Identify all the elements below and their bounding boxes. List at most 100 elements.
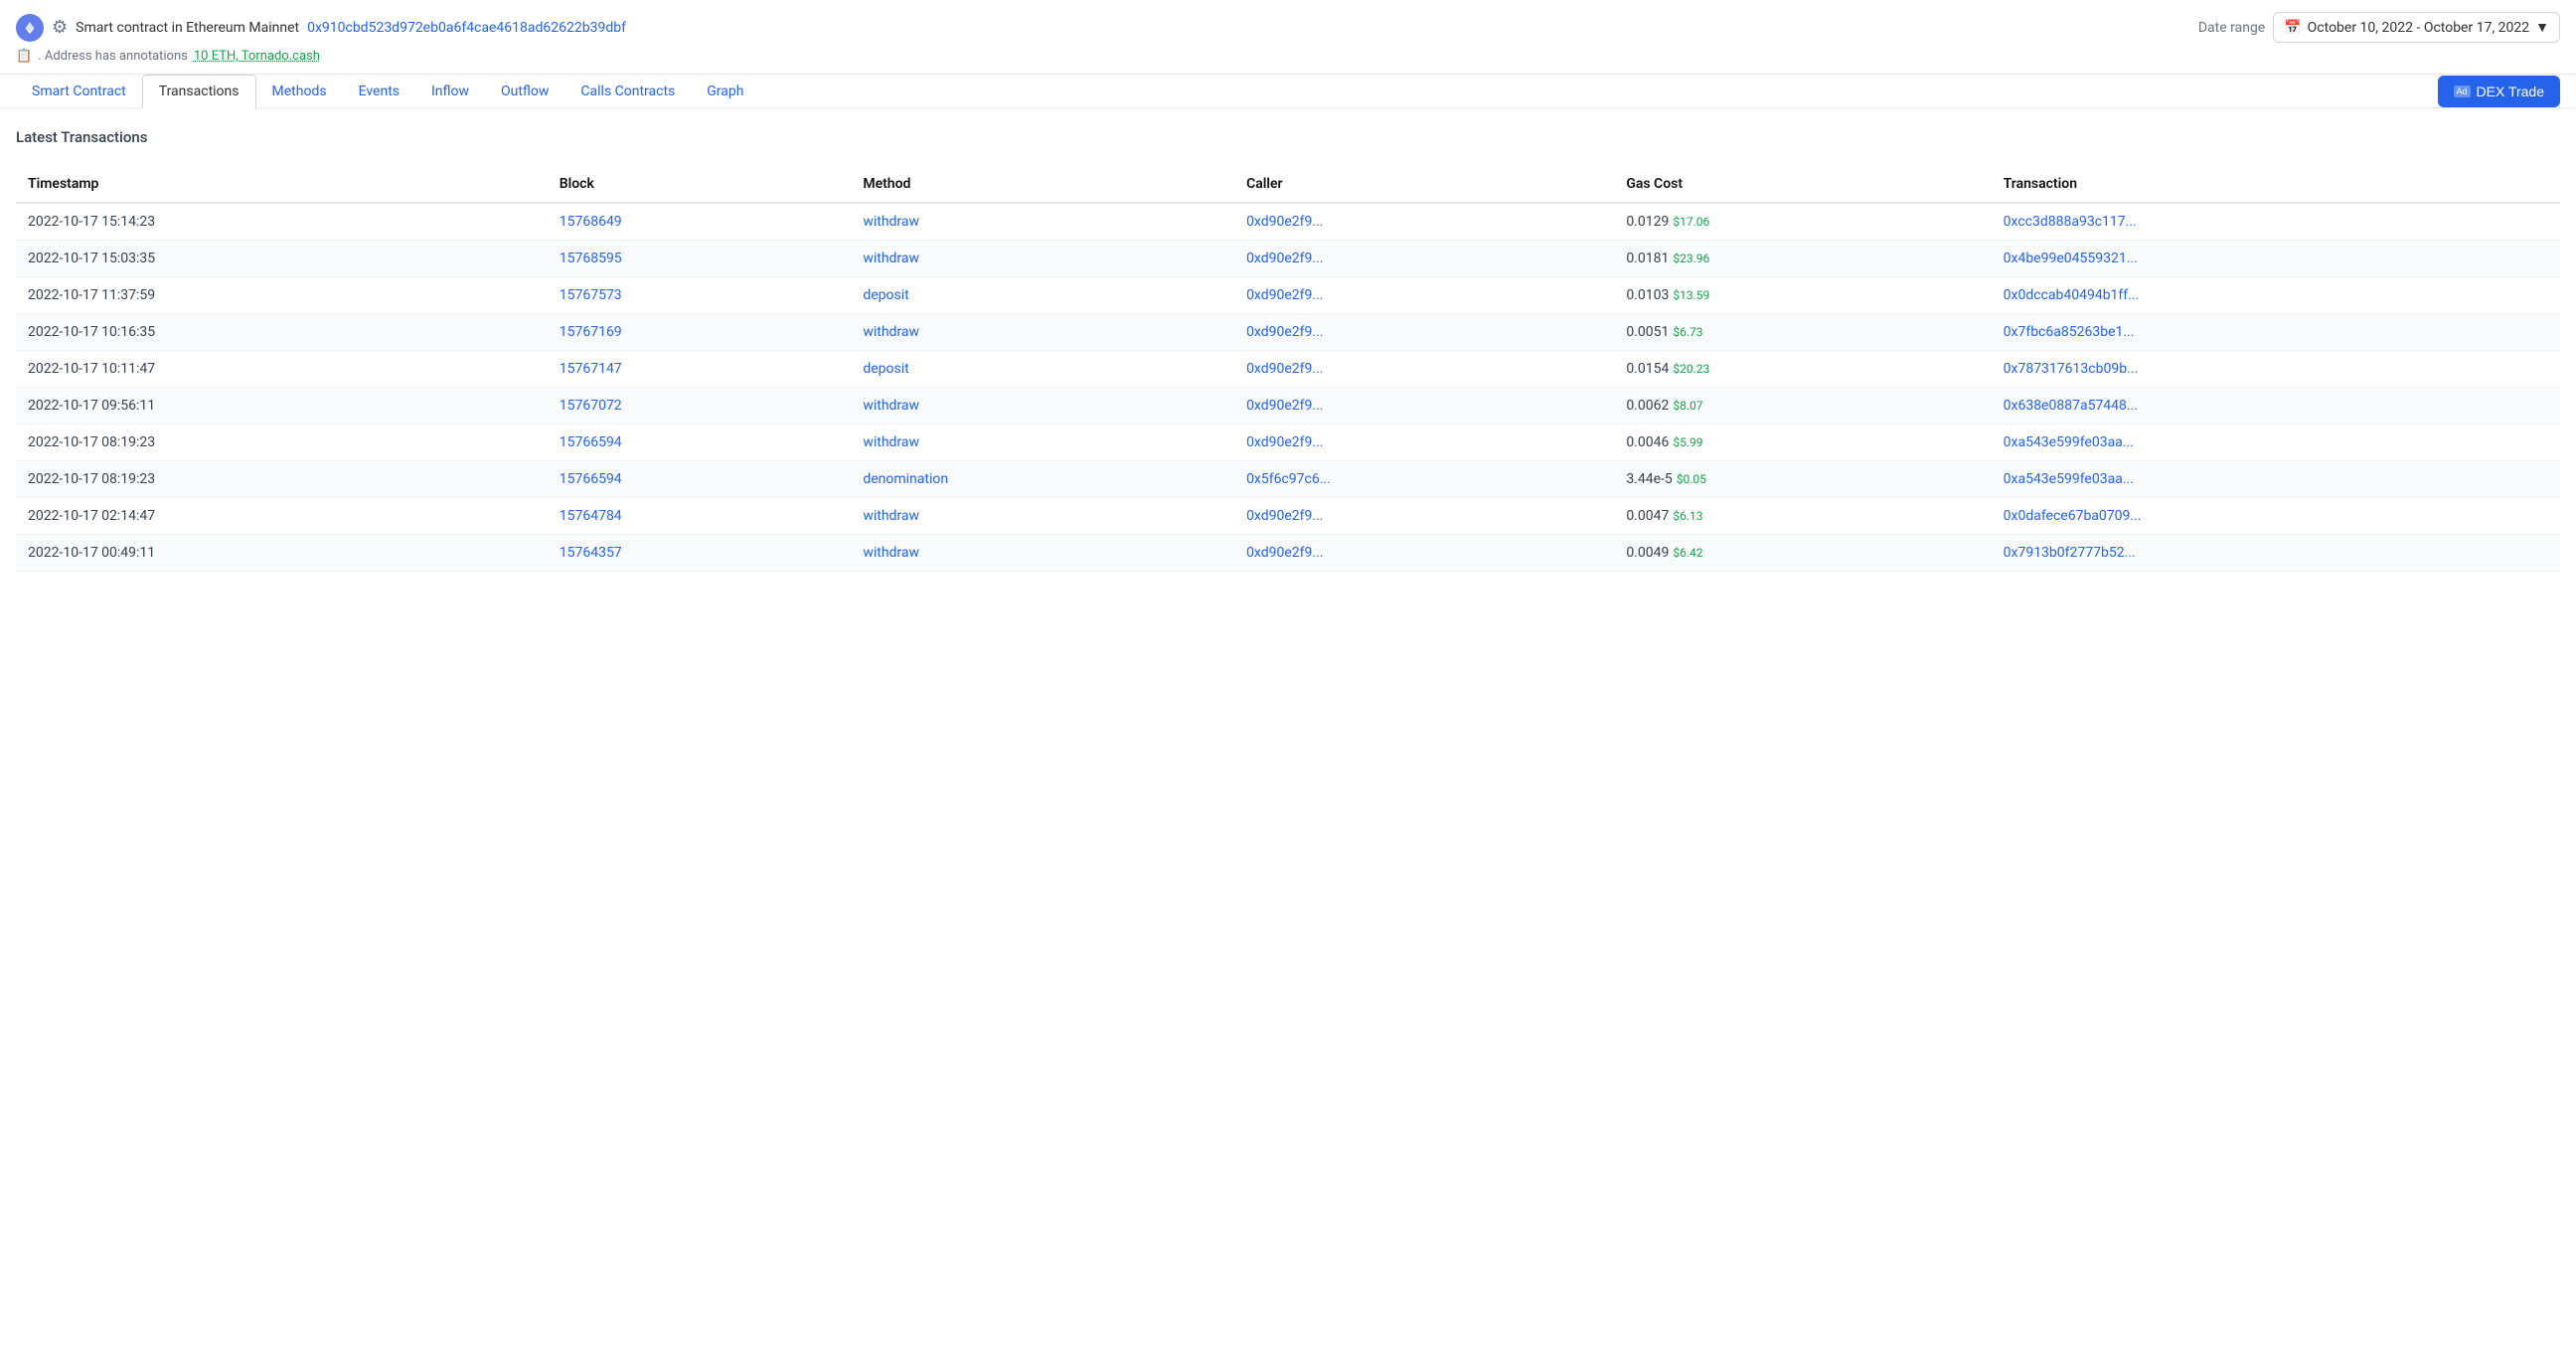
cell-timestamp: 2022-10-17 10:16:35 <box>16 314 548 351</box>
date-range-selector[interactable]: 📅 October 10, 2022 - October 17, 2022 ▼ <box>2273 12 2560 43</box>
gear-icon: ⚙ <box>52 17 68 38</box>
transaction-link[interactable]: 0x0dafece67ba0709... <box>2004 508 2142 524</box>
caller-link[interactable]: 0xd90e2f9... <box>1246 398 1323 414</box>
cell-method: withdraw <box>851 388 1234 425</box>
tab-outflow[interactable]: Outflow <box>485 76 564 107</box>
block-link[interactable]: 15767169 <box>560 324 622 340</box>
method-link[interactable]: deposit <box>863 287 908 303</box>
cell-transaction: 0xcc3d888a93c117... <box>1992 203 2560 241</box>
method-link[interactable]: withdraw <box>863 545 919 561</box>
block-link[interactable]: 15766594 <box>560 434 622 450</box>
contract-address-link[interactable]: 0x910cbd523d972eb0a6f4cae4618ad62622b39d… <box>307 20 626 36</box>
method-link[interactable]: withdraw <box>863 398 919 414</box>
table-row: 2022-10-17 10:11:4715767147deposit0xd90e… <box>16 351 2560 388</box>
method-link[interactable]: withdraw <box>863 434 919 450</box>
cell-gas-cost: 0.0051 $6.73 <box>1614 314 1991 351</box>
tab-transactions[interactable]: Transactions <box>142 75 256 108</box>
tab-calls-contracts[interactable]: Calls Contracts <box>564 76 691 107</box>
method-link[interactable]: deposit <box>863 361 908 377</box>
gas-cost-value: 0.0049 <box>1626 545 1669 561</box>
cell-block: 15768595 <box>548 241 852 277</box>
col-gas-cost: Gas Cost <box>1614 166 1991 203</box>
table-body: 2022-10-17 15:14:23 15768649 withdraw 0xd90… <box>16 203 2560 572</box>
dex-trade-button[interactable]: Ad DEX Trade <box>2438 76 2561 107</box>
cell-gas-cost: 0.0047$6.13 <box>1614 498 1991 535</box>
gas-cost-usd: $6.42 <box>1673 546 1702 560</box>
cell-block: 15767072 <box>548 388 852 425</box>
gas-cost-value: 0.0129 <box>1626 214 1669 230</box>
block-link[interactable]: 15768595 <box>560 251 622 266</box>
method-link[interactable]: denomination <box>863 471 948 487</box>
caller-link[interactable]: 0xd90e2f9... <box>1246 287 1323 303</box>
cell-method: withdraw <box>851 498 1234 535</box>
cell-transaction: 0xa543e599fe03aa... <box>1992 425 2560 461</box>
transaction-link[interactable]: 0x0dccab40494b1ff... <box>2004 287 2140 303</box>
tab-methods[interactable]: Methods <box>256 76 343 107</box>
cell-gas-cost: 0.0049 $6.42 <box>1614 535 1991 572</box>
block-link[interactable]: 15768649 <box>560 214 622 230</box>
cell-method: withdraw <box>851 314 1234 351</box>
transaction-link[interactable]: 0x787317613cb09b... <box>2004 361 2139 377</box>
tab-events[interactable]: Events <box>343 76 415 107</box>
cell-timestamp: 2022-10-17 15:03:35 <box>16 241 548 277</box>
caller-link[interactable]: 0xd90e2f9... <box>1246 545 1323 561</box>
caller-link[interactable]: 0xd90e2f9... <box>1246 214 1323 230</box>
table-row: 2022-10-17 00:49:1115764357withdraw0xd90… <box>16 535 2560 572</box>
block-link[interactable]: 15767147 <box>560 361 622 377</box>
date-range-value: October 10, 2022 - October 17, 2022 <box>2308 20 2529 36</box>
table-row: 2022-10-17 08:19:2315766594denomination0… <box>16 461 2560 498</box>
cell-caller: 0xd90e2f9... <box>1234 425 1614 461</box>
cell-timestamp: 2022-10-17 11:37:59 <box>16 277 548 314</box>
transaction-link[interactable]: 0x638e0887a57448... <box>2004 398 2138 414</box>
annotations-link[interactable]: 10 ETH, Tornado.cash <box>194 49 320 64</box>
tab-graph[interactable]: Graph <box>691 76 759 107</box>
transaction-link[interactable]: 0xcc3d888a93c117... <box>2004 214 2137 230</box>
method-link[interactable]: withdraw <box>863 251 919 266</box>
cell-block: 15767573 <box>548 277 852 314</box>
caller-link[interactable]: 0xd90e2f9... <box>1246 508 1323 524</box>
caller-link[interactable]: 0xd90e2f9... <box>1246 324 1323 340</box>
cell-block: 15764784 <box>548 498 852 535</box>
transaction-link[interactable]: 0xa543e599fe03aa... <box>2004 434 2134 450</box>
col-transaction: Transaction <box>1992 166 2560 203</box>
caller-link[interactable]: 0xd90e2f9... <box>1246 434 1323 450</box>
gas-cost-value: 0.0062 <box>1626 398 1669 414</box>
block-link[interactable]: 15766594 <box>560 471 622 487</box>
cell-block: 15764357 <box>548 535 852 572</box>
calendar-icon: 📅 <box>2284 20 2301 36</box>
tab-inflow[interactable]: Inflow <box>415 76 485 107</box>
caller-link[interactable]: 0xd90e2f9... <box>1246 361 1323 377</box>
block-link[interactable]: 15767072 <box>560 398 622 414</box>
cell-timestamp: 2022-10-17 08:19:23 <box>16 425 548 461</box>
ethereum-logo <box>16 14 44 42</box>
transaction-link[interactable]: 0x4be99e04559321... <box>2004 251 2138 266</box>
gas-cost-usd: $6.73 <box>1673 325 1702 339</box>
cell-caller: 0xd90e2f9... <box>1234 535 1614 572</box>
cell-caller: 0x5f6c97c6... <box>1234 461 1614 498</box>
tab-smart-contract[interactable]: Smart Contract <box>16 76 142 107</box>
block-link[interactable]: 15764784 <box>560 508 622 524</box>
cell-block: 15767147 <box>548 351 852 388</box>
header-top-row: ⚙ Smart contract in Ethereum Mainnet 0x9… <box>16 12 2560 43</box>
table-row: 2022-10-17 10:16:35 15767169 withdraw 0xd90… <box>16 314 2560 351</box>
caller-link[interactable]: 0x5f6c97c6... <box>1246 471 1331 487</box>
gas-cost-value: 0.0051 <box>1626 324 1669 340</box>
caller-link[interactable]: 0xd90e2f9... <box>1246 251 1323 266</box>
cell-gas-cost: 0.0062$8.07 <box>1614 388 1991 425</box>
cell-caller: 0xd90e2f9... <box>1234 203 1614 241</box>
gas-cost-usd: $5.99 <box>1673 435 1702 449</box>
transaction-link[interactable]: 0xa543e599fe03aa... <box>2004 471 2134 487</box>
block-link[interactable]: 15767573 <box>560 287 622 303</box>
method-link[interactable]: withdraw <box>863 508 919 524</box>
block-link[interactable]: 15764357 <box>560 545 622 561</box>
gas-cost-value: 0.0103 <box>1626 287 1669 303</box>
table-row: 2022-10-17 09:56:1115767072withdraw0xd90… <box>16 388 2560 425</box>
cell-block: 15767169 <box>548 314 852 351</box>
method-link[interactable]: withdraw <box>863 214 919 230</box>
cell-caller: 0xd90e2f9... <box>1234 498 1614 535</box>
transaction-link[interactable]: 0x7fbc6a85263be1... <box>2004 324 2135 340</box>
transaction-link[interactable]: 0x7913b0f2777b52... <box>2004 545 2136 561</box>
method-link[interactable]: withdraw <box>863 324 919 340</box>
cell-timestamp: 2022-10-17 15:14:23 <box>16 203 548 241</box>
cell-gas-cost: 0.0103$13.59 <box>1614 277 1991 314</box>
